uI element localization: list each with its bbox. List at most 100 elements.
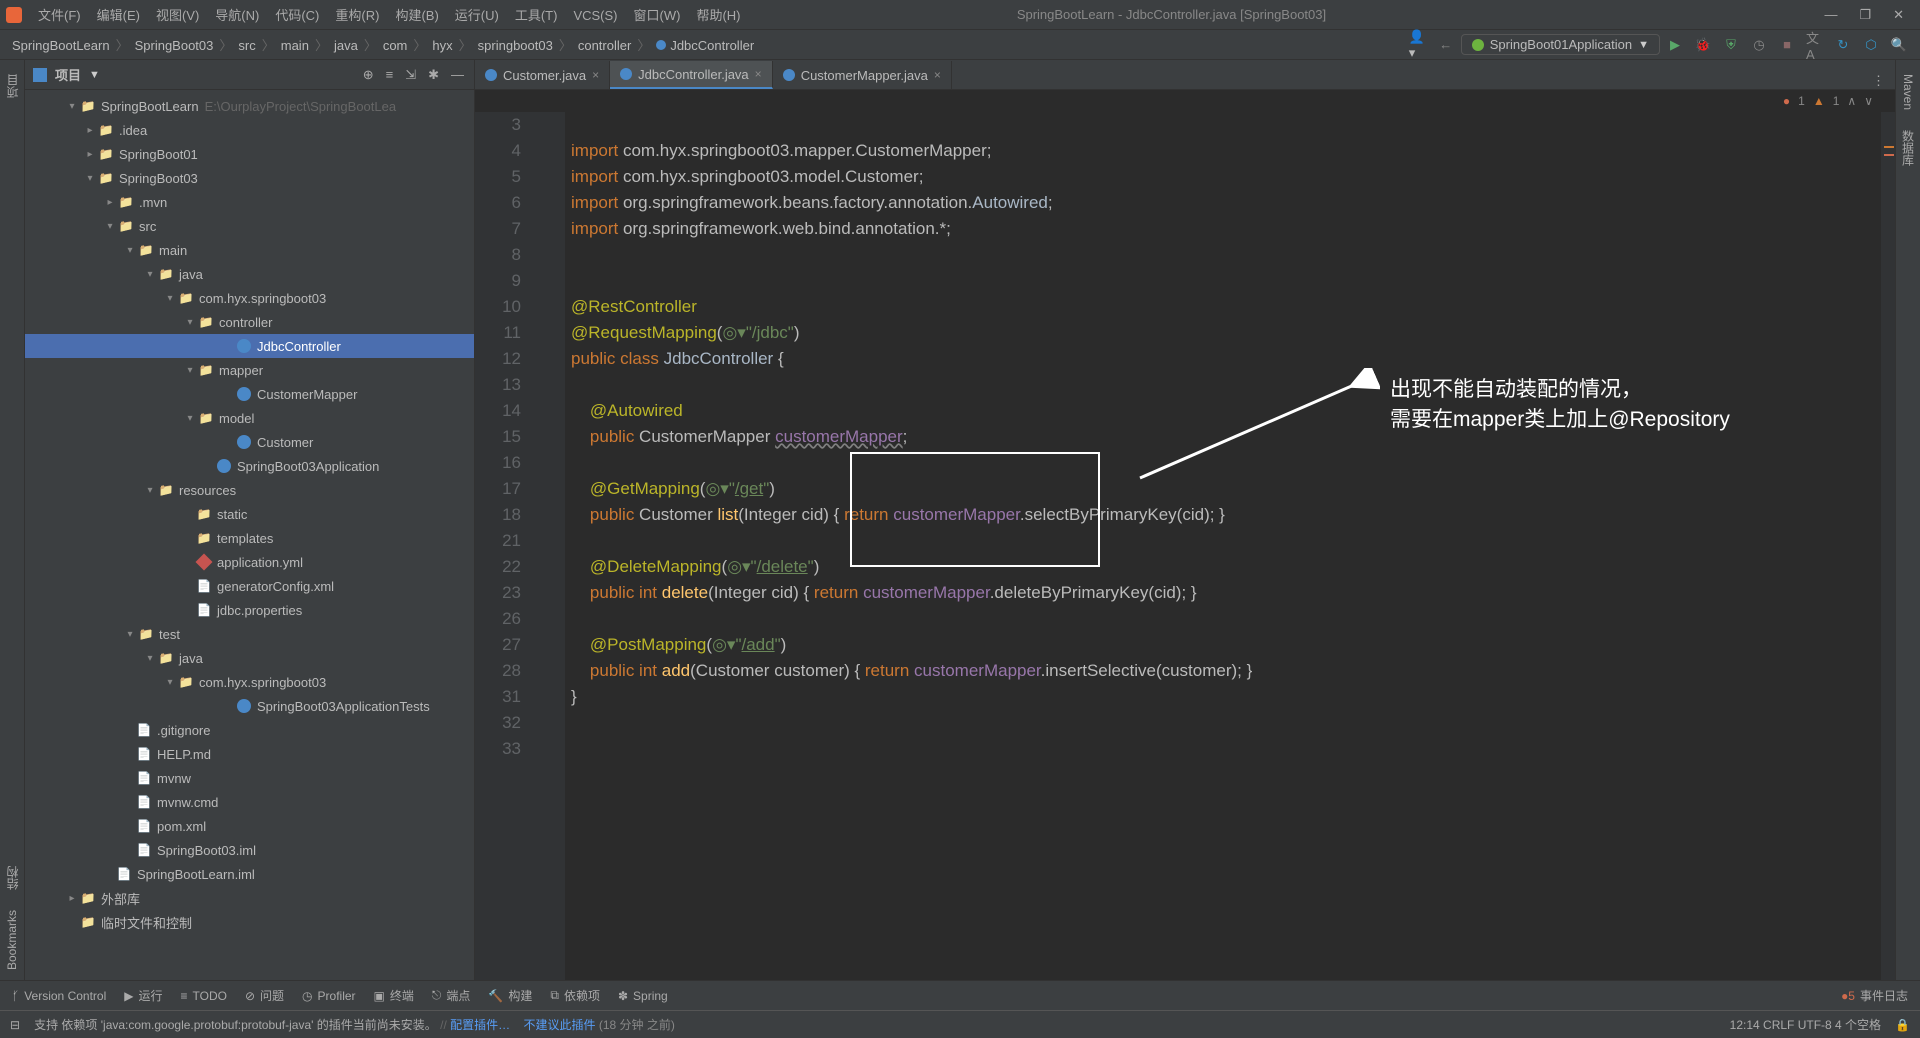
back-icon[interactable]: ←: [1437, 36, 1455, 54]
run-config-selector[interactable]: SpringBoot01Application ▼: [1461, 34, 1660, 55]
menu-VCS(S)[interactable]: VCS(S): [565, 4, 625, 27]
tree-item[interactable]: 临时文件和控制: [25, 910, 474, 934]
database-tool-tab[interactable]: 数据库: [1897, 120, 1920, 176]
menu-重构(R)[interactable]: 重构(R): [327, 4, 387, 27]
menu-导航(N)[interactable]: 导航(N): [207, 4, 267, 27]
close-tab-icon[interactable]: ×: [592, 68, 599, 82]
tree-item[interactable]: SpringBoot03.iml: [25, 838, 474, 862]
tree-item[interactable]: JdbcController: [25, 334, 474, 358]
toolwindow-终端[interactable]: ▣终端: [374, 987, 414, 1004]
expand-all-icon[interactable]: ≡: [384, 65, 396, 84]
code-content[interactable]: import com.hyx.springboot03.mapper.Custo…: [565, 112, 1895, 980]
minimize-button[interactable]: —: [1814, 3, 1847, 26]
toolwindow-构建[interactable]: 🔨构建: [488, 987, 532, 1004]
tree-item[interactable]: pom.xml: [25, 814, 474, 838]
menu-文件(F)[interactable]: 文件(F): [30, 4, 89, 27]
debug-icon[interactable]: 🐞: [1694, 36, 1712, 54]
tabs-more-icon[interactable]: ⋮: [1862, 73, 1895, 89]
editor-tab[interactable]: Customer.java×: [475, 61, 610, 89]
dismiss-plugin-link[interactable]: 不建议此插件: [524, 1018, 596, 1032]
tree-item[interactable]: generatorConfig.xml: [25, 574, 474, 598]
toolwindow-问题[interactable]: ⊘问题: [245, 987, 284, 1004]
view-mode-dropdown[interactable]: ▼: [89, 69, 100, 81]
inspection-widget[interactable]: ●1 ▲1 ∧∨: [475, 90, 1895, 112]
toolwindow-依赖项[interactable]: ⧉依赖项: [550, 987, 600, 1004]
collapse-all-icon[interactable]: ⇲: [403, 65, 418, 85]
breadcrumb-item[interactable]: com: [379, 36, 412, 55]
close-tab-icon[interactable]: ×: [934, 68, 941, 82]
tree-item[interactable]: mvnw.cmd: [25, 790, 474, 814]
breadcrumb-item[interactable]: src: [234, 36, 259, 55]
tree-item[interactable]: ▾java: [25, 646, 474, 670]
bookmarks-tool-tab[interactable]: Bookmarks: [2, 900, 22, 980]
breadcrumb-item[interactable]: SpringBoot03: [131, 36, 218, 55]
toolwindow-运行[interactable]: ▶运行: [124, 987, 162, 1004]
editor-tab[interactable]: JdbcController.java×: [610, 61, 773, 89]
tree-item[interactable]: ▾com.hyx.springboot03: [25, 286, 474, 310]
coverage-icon[interactable]: ⛨: [1722, 36, 1740, 54]
tree-item[interactable]: ▾controller: [25, 310, 474, 334]
tree-item[interactable]: static: [25, 502, 474, 526]
menu-运行(U)[interactable]: 运行(U): [447, 4, 507, 27]
project-tree[interactable]: ▾SpringBootLearnE:\OurplayProject\Spring…: [25, 90, 474, 980]
tree-item[interactable]: ▸外部库: [25, 886, 474, 910]
tree-item[interactable]: ▾java: [25, 262, 474, 286]
profiler-icon[interactable]: ◷: [1750, 36, 1768, 54]
next-highlight-icon[interactable]: ∨: [1864, 94, 1873, 108]
toolwindow-端点[interactable]: ⎋端点: [432, 987, 471, 1004]
tree-item[interactable]: CustomerMapper: [25, 382, 474, 406]
menu-视图(V)[interactable]: 视图(V): [148, 4, 207, 27]
cloud-icon[interactable]: ⬡: [1862, 36, 1880, 54]
menu-工具(T)[interactable]: 工具(T): [507, 4, 566, 27]
tree-item[interactable]: ▾SpringBoot03: [25, 166, 474, 190]
search-icon[interactable]: 🔍: [1890, 36, 1908, 54]
maven-tool-tab[interactable]: Maven: [1898, 64, 1918, 120]
tree-item[interactable]: ▾model: [25, 406, 474, 430]
configure-plugin-link[interactable]: 配置插件…: [450, 1018, 510, 1032]
translate-icon[interactable]: 文A: [1806, 36, 1824, 54]
breadcrumb-item[interactable]: java: [330, 36, 362, 55]
stop-icon[interactable]: ■: [1778, 36, 1796, 54]
breadcrumb-item[interactable]: SpringBootLearn: [8, 36, 114, 55]
select-opened-icon[interactable]: ⊕: [361, 65, 376, 85]
tree-item[interactable]: application.yml: [25, 550, 474, 574]
cursor-position[interactable]: 12:14 CRLF UTF-8 4 个空格: [1730, 1016, 1881, 1033]
tree-item[interactable]: templates: [25, 526, 474, 550]
user-icon[interactable]: 👤▾: [1409, 36, 1427, 54]
tree-item[interactable]: jdbc.properties: [25, 598, 474, 622]
menu-构建(B)[interactable]: 构建(B): [387, 4, 446, 27]
run-icon[interactable]: ▶: [1666, 36, 1684, 54]
tree-item[interactable]: ▾resources: [25, 478, 474, 502]
menu-帮助(H)[interactable]: 帮助(H): [688, 4, 748, 27]
menu-窗口(W)[interactable]: 窗口(W): [626, 4, 689, 27]
breadcrumb-item[interactable]: JdbcController: [652, 36, 758, 55]
editor-tab[interactable]: CustomerMapper.java×: [773, 61, 952, 89]
tree-item[interactable]: HELP.md: [25, 742, 474, 766]
tree-item[interactable]: SpringBoot03Application: [25, 454, 474, 478]
toolwindow-Spring[interactable]: ✽Spring: [618, 987, 668, 1004]
tree-item[interactable]: mvnw: [25, 766, 474, 790]
hide-icon[interactable]: —: [449, 65, 466, 84]
error-stripe[interactable]: [1881, 112, 1895, 980]
tree-item[interactable]: ▸.mvn: [25, 190, 474, 214]
maximize-button[interactable]: ❐: [1849, 3, 1881, 27]
close-tab-icon[interactable]: ×: [755, 67, 762, 81]
tree-item[interactable]: SpringBootLearn.iml: [25, 862, 474, 886]
prev-highlight-icon[interactable]: ∧: [1847, 94, 1856, 108]
tree-item[interactable]: SpringBoot03ApplicationTests: [25, 694, 474, 718]
tree-item[interactable]: ▾src: [25, 214, 474, 238]
breadcrumb-item[interactable]: controller: [574, 36, 635, 55]
tree-item[interactable]: ▾SpringBootLearnE:\OurplayProject\Spring…: [25, 94, 474, 118]
tree-item[interactable]: ▾test: [25, 622, 474, 646]
menu-代码(C)[interactable]: 代码(C): [267, 4, 327, 27]
tree-item[interactable]: Customer: [25, 430, 474, 454]
structure-tool-tab[interactable]: 结构: [1, 856, 24, 900]
tree-item[interactable]: ▸.idea: [25, 118, 474, 142]
breadcrumb-item[interactable]: main: [277, 36, 313, 55]
settings-icon[interactable]: ✱: [426, 65, 441, 85]
tree-item[interactable]: ▾mapper: [25, 358, 474, 382]
event-log-button[interactable]: ●5事件日志: [1841, 987, 1908, 1004]
tree-item[interactable]: ▾main: [25, 238, 474, 262]
close-button[interactable]: ✕: [1883, 3, 1914, 27]
tree-item[interactable]: ▾com.hyx.springboot03: [25, 670, 474, 694]
